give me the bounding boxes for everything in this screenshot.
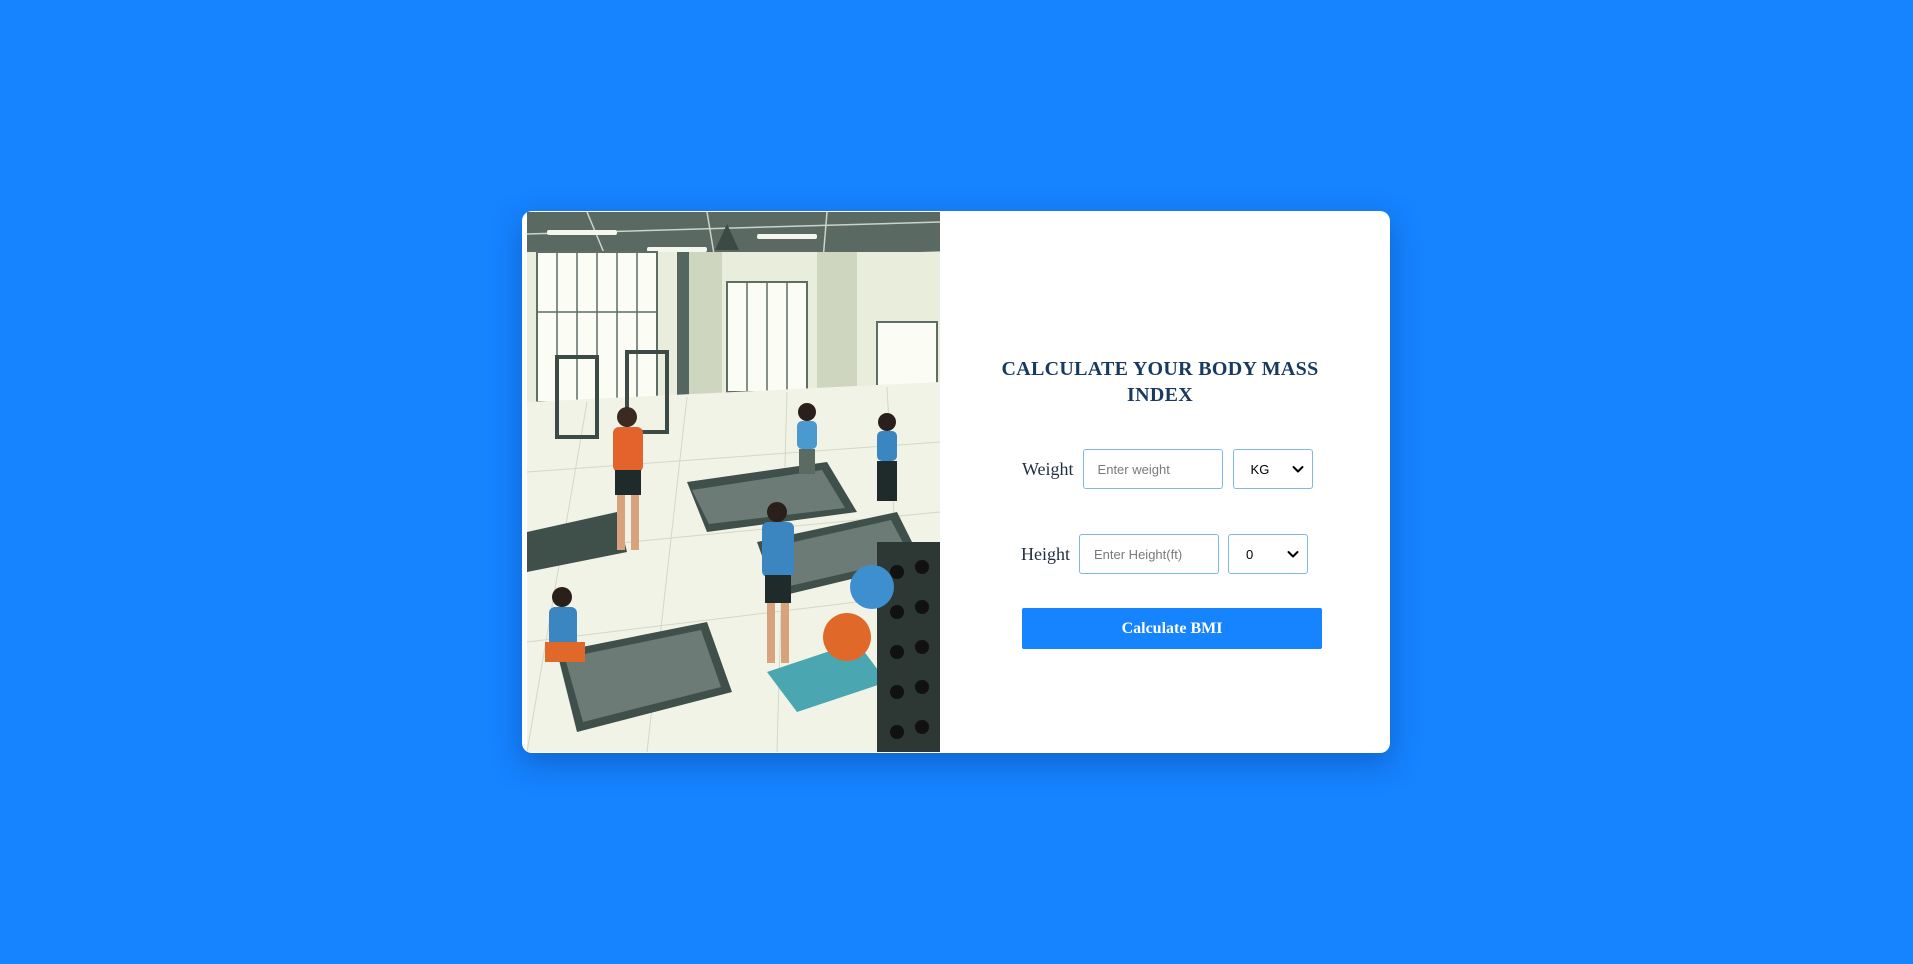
calculate-bmi-button[interactable]: Calculate BMI [1022,608,1322,649]
weight-unit-value: KG [1250,461,1270,477]
height-inches-select[interactable]: 0 [1228,534,1308,574]
bmi-card: CALCULATE YOUR BODY MASS INDEX Weight KG… [522,211,1390,753]
height-row: Height 0 [1021,534,1308,574]
height-inches-value: 0 [1246,546,1254,562]
bmi-form-panel: CALCULATE YOUR BODY MASS INDEX Weight KG… [940,211,1390,753]
height-input[interactable] [1079,534,1219,574]
weight-input[interactable] [1082,449,1223,489]
weight-unit-select[interactable]: KG [1232,449,1313,489]
weight-row: Weight KG [1022,449,1313,489]
height-label: Height [1021,543,1070,564]
chevron-down-icon [1287,551,1299,558]
page-title: CALCULATE YOUR BODY MASS INDEX [1001,358,1319,406]
weight-label: Weight [1022,458,1074,479]
chevron-down-icon [1292,466,1304,473]
gym-illustration [527,212,940,752]
